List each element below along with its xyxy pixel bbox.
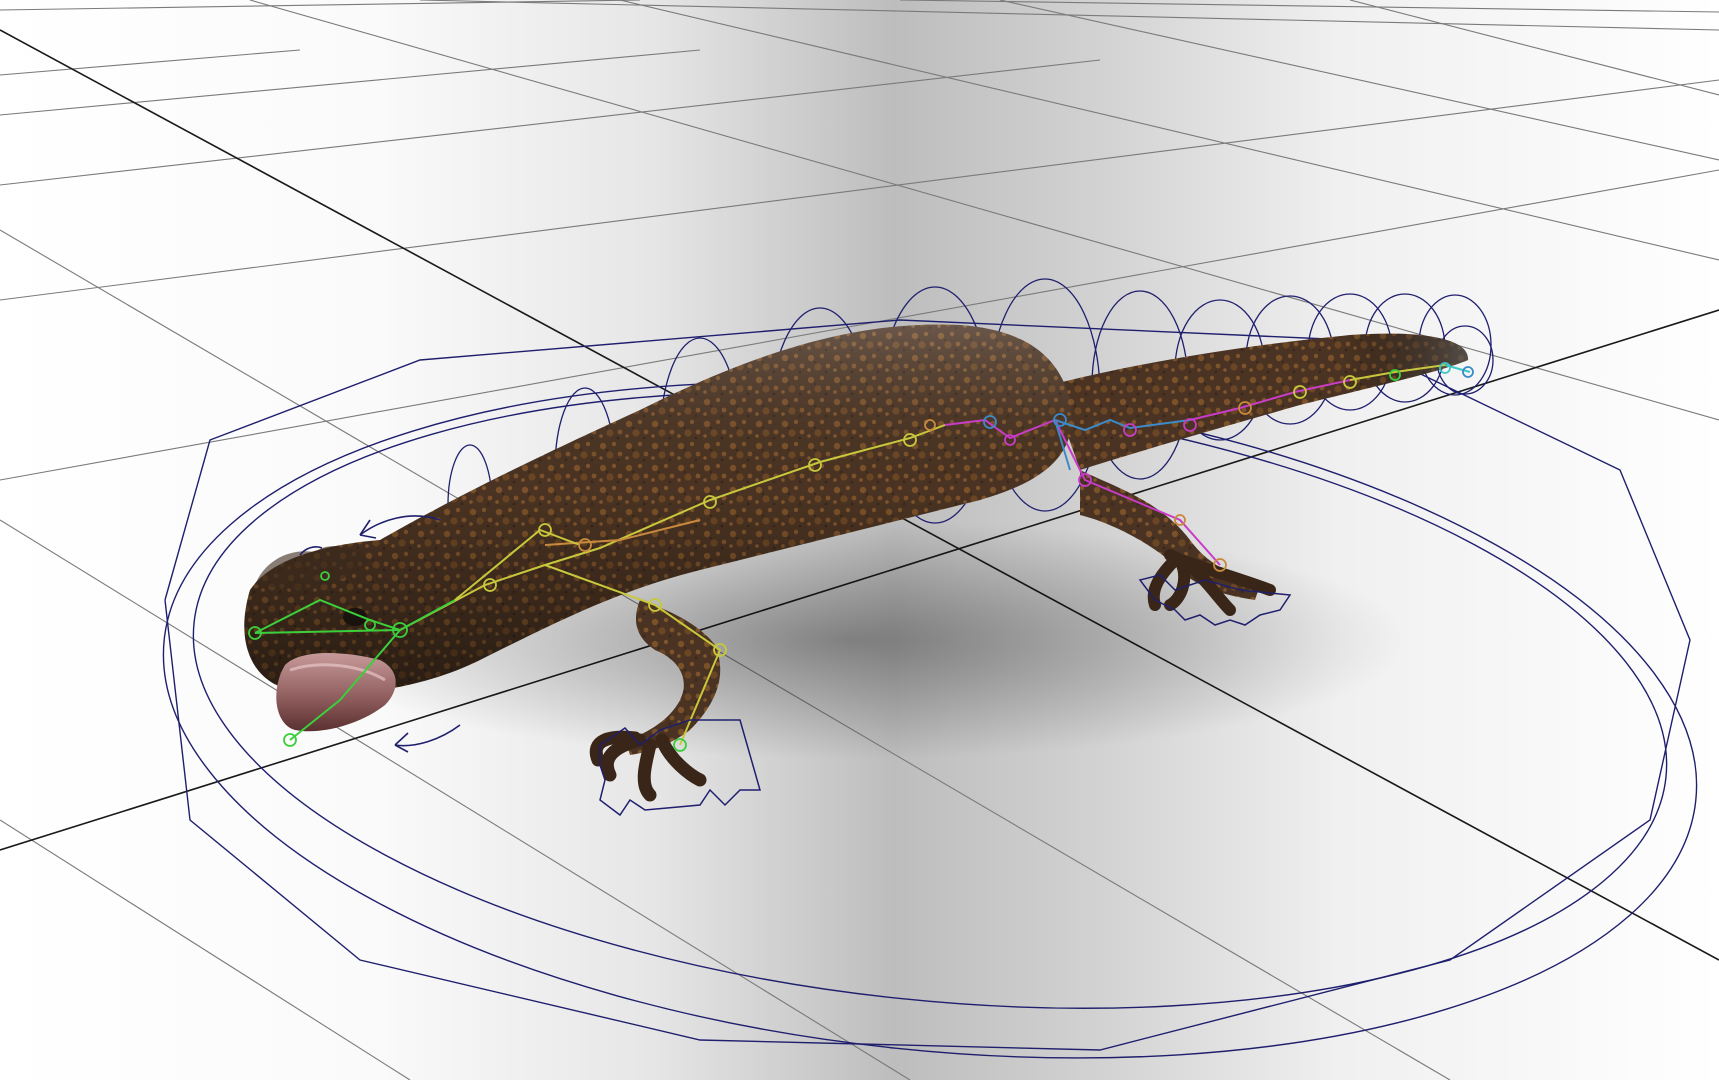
3d-viewport[interactable] [0, 0, 1719, 1080]
viewport-canvas[interactable] [0, 0, 1719, 1080]
